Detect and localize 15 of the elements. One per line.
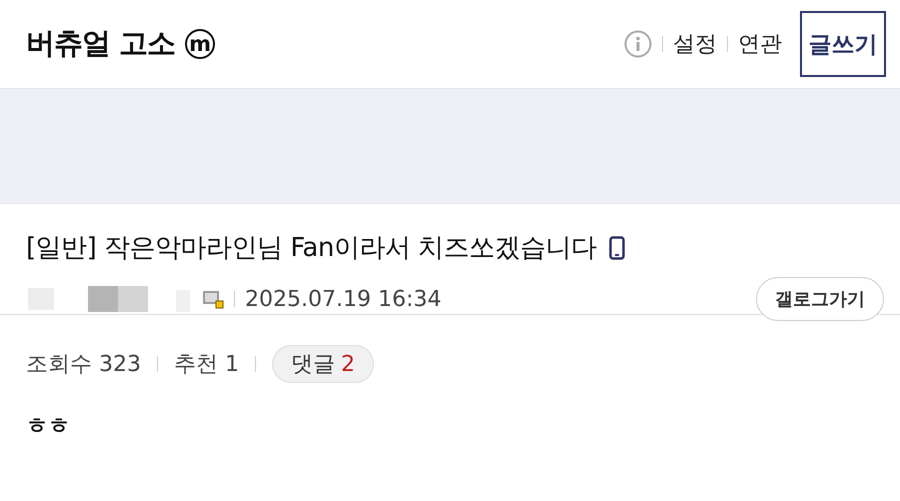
view-count: 조회수 323 bbox=[26, 351, 141, 379]
post-title: [일반] 작은악마라인님 Fan이라서 치즈쏘겠습니다 bbox=[26, 232, 597, 265]
info-icon[interactable] bbox=[624, 30, 652, 58]
recommend-count: 추천 1 bbox=[174, 351, 239, 379]
mobile-icon bbox=[608, 236, 625, 260]
header-link[interactable]: 설정 bbox=[673, 29, 717, 59]
minor-gallery-badge: m bbox=[185, 29, 216, 59]
comment-button[interactable]: 댓글 2 bbox=[272, 345, 374, 383]
header-link[interactable]: 연관 bbox=[738, 29, 782, 59]
fixed-nick-icon bbox=[202, 289, 224, 309]
gallery-title: 버츄얼 고소 bbox=[26, 25, 176, 62]
write-button[interactable]: 글쓰기 bbox=[800, 11, 886, 77]
post-body: ㅎㅎ bbox=[25, 413, 71, 441]
gallog-button[interactable]: 갤로그가기 bbox=[756, 277, 884, 321]
post-date: 2025.07.19 16:34 bbox=[245, 286, 442, 312]
